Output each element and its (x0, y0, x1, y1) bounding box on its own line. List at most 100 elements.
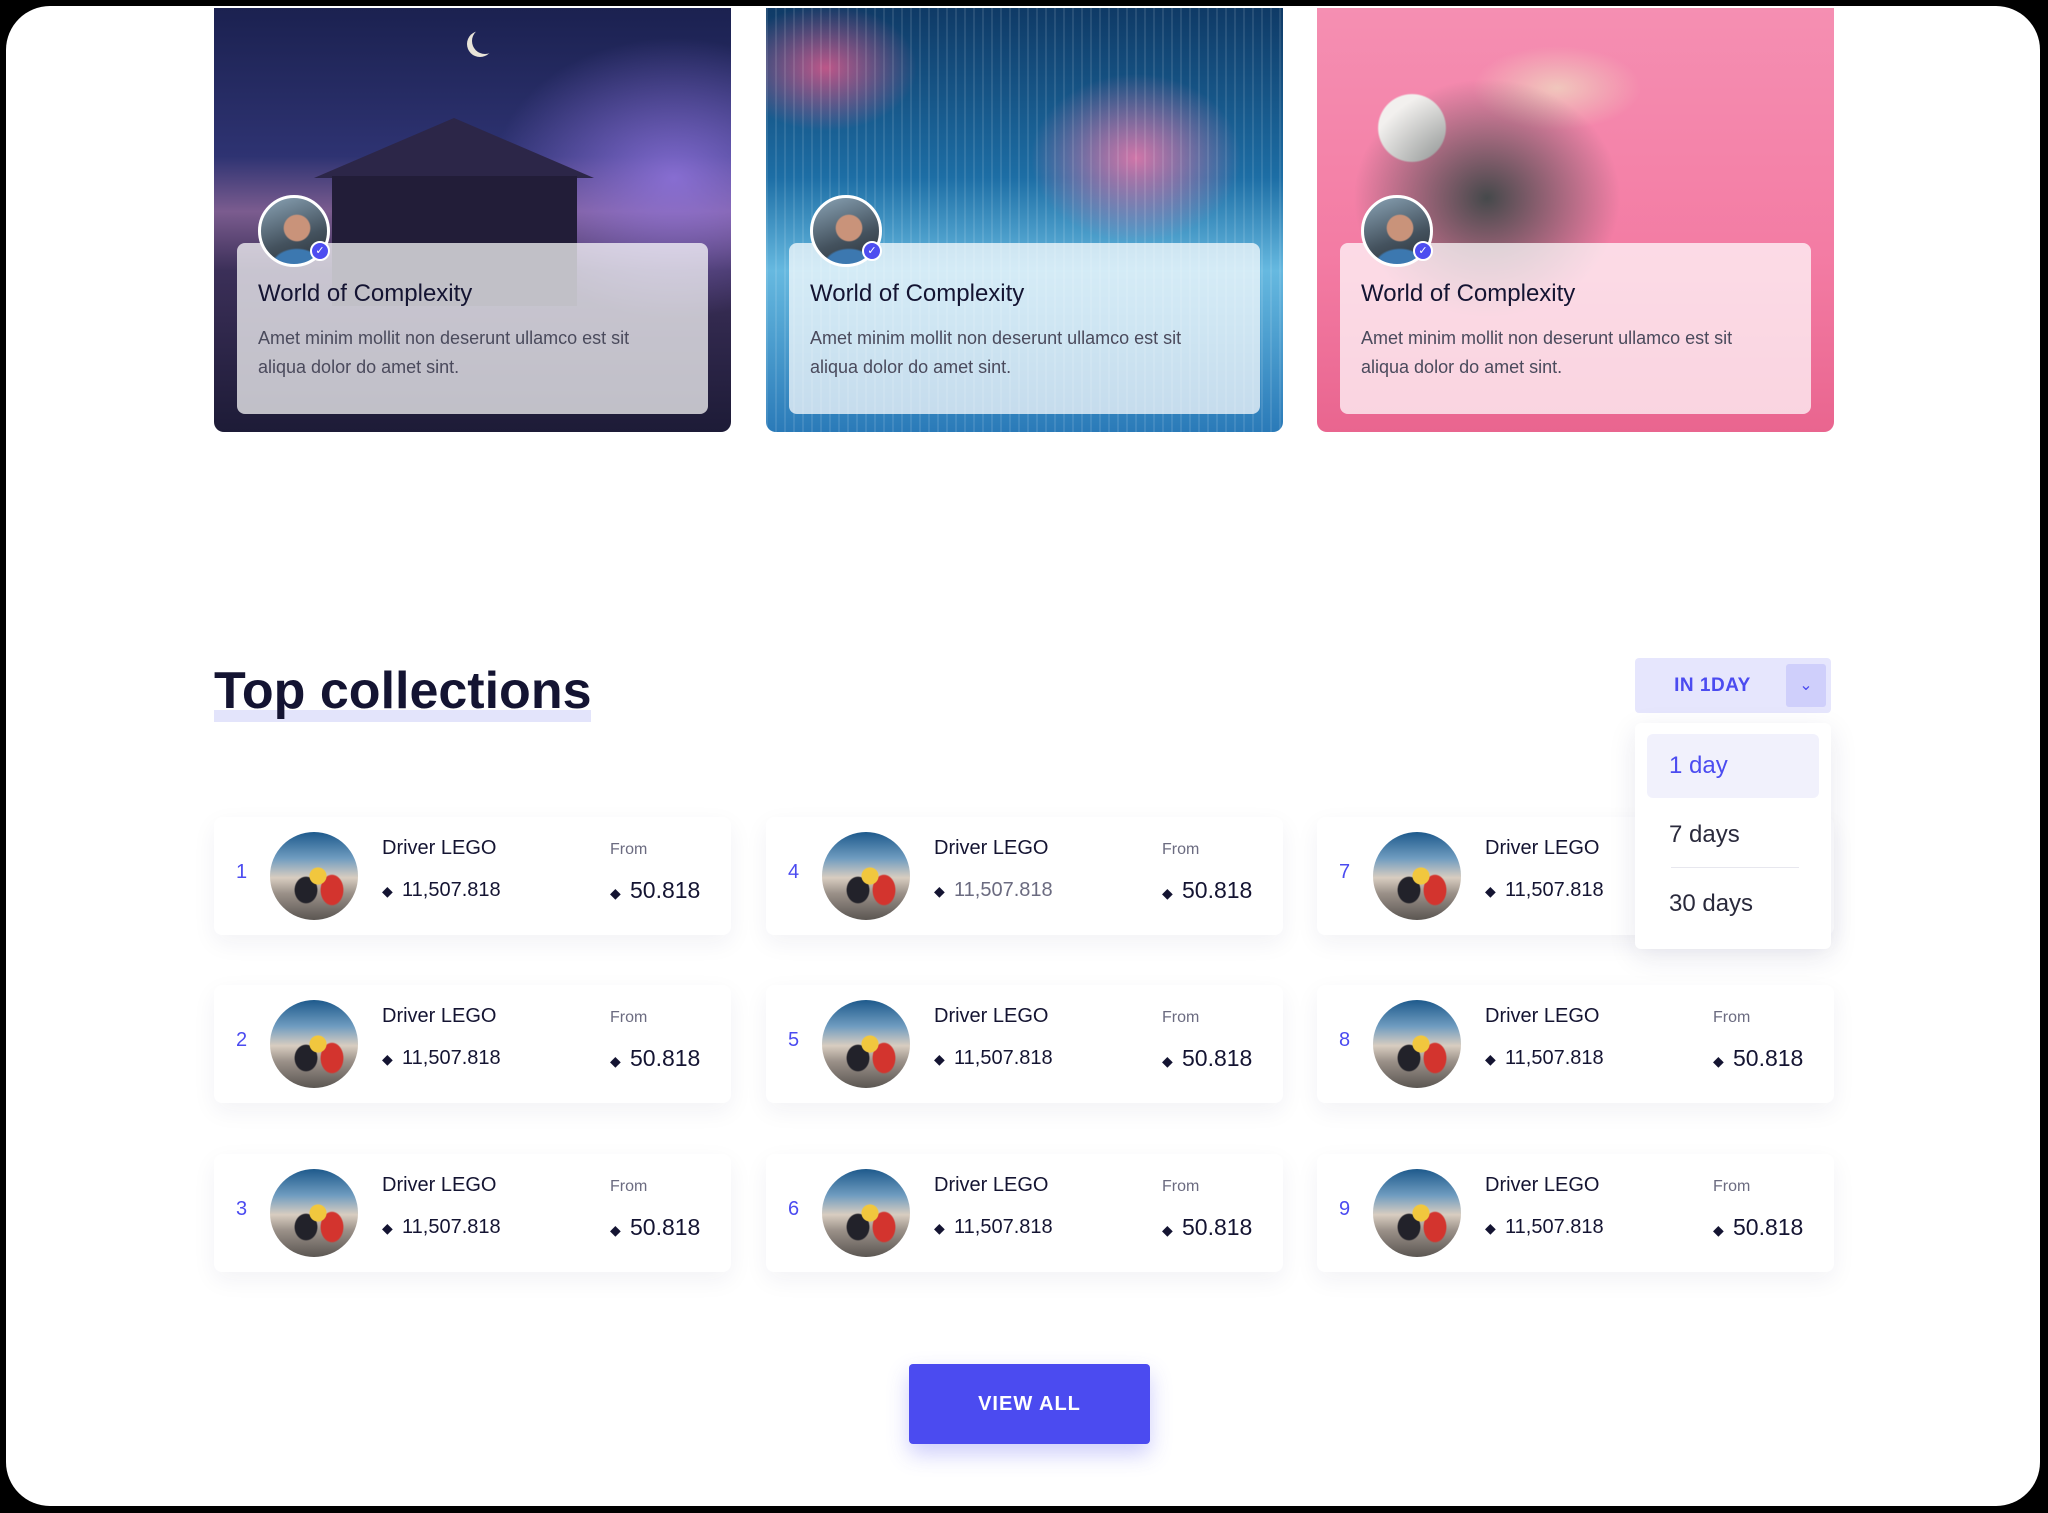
collection-rank: 1 (236, 861, 248, 883)
collection-card[interactable]: 1 Driver LEGO ◆ 11,507.818 From ◆ 50.818 (214, 817, 731, 935)
floor-price: ◆ 50.818 (1162, 1214, 1253, 1240)
collection-thumbnail[interactable] (270, 832, 358, 920)
collection-card[interactable]: 6 Driver LEGO ◆ 11,507.818 From ◆ 50.818 (766, 1154, 1283, 1272)
collection-thumbnail[interactable] (270, 1000, 358, 1088)
floor-price: ◆ 50.818 (610, 877, 701, 903)
ethereum-icon: ◆ (1162, 1222, 1173, 1238)
collection-card[interactable]: 3 Driver LEGO ◆ 11,507.818 From ◆ 50.818 (214, 1154, 731, 1272)
collection-rank: 5 (788, 1029, 800, 1051)
collection-name[interactable]: Driver LEGO (382, 837, 496, 860)
ethereum-icon: ◆ (1713, 1222, 1724, 1238)
collection-volume: ◆ 11,507.818 (382, 1216, 501, 1238)
verified-badge-icon: ✓ (1413, 241, 1433, 261)
collection-rank: 8 (1339, 1029, 1351, 1051)
floor-label: From (1713, 1178, 1751, 1195)
ethereum-icon: ◆ (610, 1222, 621, 1238)
collection-rank: 4 (788, 861, 800, 883)
collection-volume: ◆ 11,507.818 (1485, 879, 1604, 901)
collection-thumbnail[interactable] (1373, 1169, 1461, 1257)
featured-description: Amet minim mollit non deserunt ullamco e… (258, 328, 630, 377)
floor-price: ◆ 50.818 (1162, 1045, 1253, 1071)
ethereum-icon: ◆ (382, 883, 393, 899)
period-select[interactable]: IN 1DAY ⌄ (1635, 658, 1831, 713)
floor-label: From (610, 841, 648, 858)
period-select-label[interactable]: IN 1DAY (1635, 658, 1790, 713)
period-option-7-days[interactable]: 7 days (1647, 803, 1819, 867)
collection-volume: ◆ 11,507.818 (934, 879, 1053, 901)
featured-title[interactable]: World of Complexity (258, 280, 472, 308)
collection-volume: ◆ 11,507.818 (934, 1047, 1053, 1069)
featured-title[interactable]: World of Complexity (810, 280, 1024, 308)
ethereum-icon: ◆ (1162, 1053, 1173, 1069)
collection-card[interactable]: 4 Driver LEGO ◆ 11,507.818 From ◆ 50.818 (766, 817, 1283, 935)
period-dropdown-menu: 1 day 7 days 30 days (1635, 723, 1831, 949)
dropdown-divider (1671, 867, 1799, 868)
page-frame: ✓ World of Complexity Amet minim mollit … (6, 6, 2040, 1506)
collection-thumbnail[interactable] (822, 1000, 910, 1088)
collection-card[interactable]: 9 Driver LEGO ◆ 11,507.818 From ◆ 50.818 (1317, 1154, 1834, 1272)
collection-name[interactable]: Driver LEGO (1485, 837, 1599, 860)
section-title: Top collections (214, 662, 592, 720)
ethereum-icon: ◆ (382, 1051, 393, 1067)
ethereum-icon: ◆ (610, 885, 621, 901)
floor-price: ◆ 50.818 (1713, 1214, 1804, 1240)
collection-card[interactable]: 5 Driver LEGO ◆ 11,507.818 From ◆ 50.818 (766, 985, 1283, 1103)
floor-label: From (610, 1178, 648, 1195)
collection-name[interactable]: Driver LEGO (1485, 1174, 1599, 1197)
ethereum-icon: ◆ (1713, 1053, 1724, 1069)
collection-thumbnail[interactable] (270, 1169, 358, 1257)
floor-price: ◆ 50.818 (1713, 1045, 1804, 1071)
collection-rank: 3 (236, 1198, 248, 1220)
house-roof-shape (314, 118, 594, 178)
floor-label: From (1162, 1178, 1200, 1195)
verified-badge-icon: ✓ (310, 241, 330, 261)
ethereum-icon: ◆ (382, 1220, 393, 1236)
floor-label: From (1162, 1009, 1200, 1026)
collection-thumbnail[interactable] (822, 832, 910, 920)
collection-rank: 6 (788, 1198, 800, 1220)
ethereum-icon: ◆ (1485, 1051, 1496, 1067)
ethereum-icon: ◆ (934, 1220, 945, 1236)
floor-label: From (1162, 841, 1200, 858)
featured-card[interactable]: ✓ World of Complexity Amet minim mollit … (1317, 8, 1834, 432)
ethereum-icon: ◆ (1485, 883, 1496, 899)
verified-badge-icon: ✓ (862, 241, 882, 261)
collection-card[interactable]: 8 Driver LEGO ◆ 11,507.818 From ◆ 50.818 (1317, 985, 1834, 1103)
floor-price: ◆ 50.818 (1162, 877, 1253, 903)
ethereum-icon: ◆ (1162, 885, 1173, 901)
featured-title[interactable]: World of Complexity (1361, 280, 1575, 308)
collection-volume: ◆ 11,507.818 (934, 1216, 1053, 1238)
featured-card[interactable]: ✓ World of Complexity Amet minim mollit … (214, 8, 731, 432)
view-all-button[interactable]: VIEW ALL (909, 1364, 1150, 1444)
collection-rank: 7 (1339, 861, 1351, 883)
collection-thumbnail[interactable] (1373, 1000, 1461, 1088)
floor-label: From (610, 1009, 648, 1026)
collection-name[interactable]: Driver LEGO (382, 1174, 496, 1197)
period-option-1-day[interactable]: 1 day (1647, 734, 1819, 798)
collection-name[interactable]: Driver LEGO (934, 1005, 1048, 1028)
collection-volume: ◆ 11,507.818 (1485, 1216, 1604, 1238)
collection-volume: ◆ 11,507.818 (382, 1047, 501, 1069)
collection-name[interactable]: Driver LEGO (934, 1174, 1048, 1197)
ethereum-icon: ◆ (1485, 1220, 1496, 1236)
collection-name[interactable]: Driver LEGO (934, 837, 1048, 860)
ethereum-icon: ◆ (934, 1051, 945, 1067)
collection-card[interactable]: 2 Driver LEGO ◆ 11,507.818 From ◆ 50.818 (214, 985, 731, 1103)
featured-description: Amet minim mollit non deserunt ullamco e… (1361, 328, 1733, 377)
floor-price: ◆ 50.818 (610, 1214, 701, 1240)
collection-thumbnail[interactable] (1373, 832, 1461, 920)
ethereum-icon: ◆ (610, 1053, 621, 1069)
collection-volume: ◆ 11,507.818 (1485, 1047, 1604, 1069)
floor-price: ◆ 50.818 (610, 1045, 701, 1071)
collection-name[interactable]: Driver LEGO (1485, 1005, 1599, 1028)
collection-name[interactable]: Driver LEGO (382, 1005, 496, 1028)
collection-rank: 9 (1339, 1198, 1351, 1220)
moon-shape (472, 28, 498, 54)
collection-volume: ◆ 11,507.818 (382, 879, 501, 901)
featured-description: Amet minim mollit non deserunt ullamco e… (810, 328, 1182, 377)
collection-thumbnail[interactable] (822, 1169, 910, 1257)
featured-card[interactable]: ✓ World of Complexity Amet minim mollit … (766, 8, 1283, 432)
chevron-down-icon[interactable]: ⌄ (1786, 664, 1826, 707)
period-option-30-days[interactable]: 30 days (1647, 872, 1819, 936)
floor-label: From (1713, 1009, 1751, 1026)
